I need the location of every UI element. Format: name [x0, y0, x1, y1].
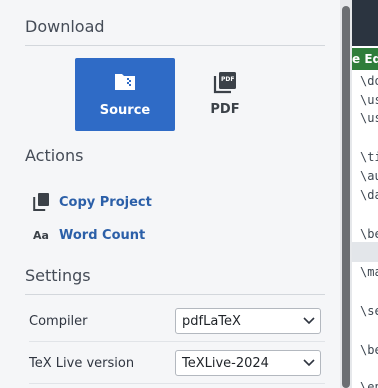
actions-section-title: Actions	[25, 146, 84, 165]
download-source-button[interactable]: Source	[75, 58, 175, 131]
chevron-down-icon	[298, 359, 320, 367]
code-line: \be	[360, 227, 378, 241]
download-source-label: Source	[99, 103, 151, 118]
chevron-down-icon	[298, 317, 320, 325]
code-line: \se	[360, 304, 378, 318]
download-divider	[25, 45, 325, 46]
copy-project-link[interactable]: Copy Project	[59, 195, 152, 210]
copy-icon	[32, 193, 50, 211]
code-line: \en	[360, 380, 378, 388]
texlive-select[interactable]: TeXLive-2024	[175, 350, 321, 376]
panel-scrollbar[interactable]	[340, 0, 352, 388]
download-section-title: Download	[25, 17, 105, 36]
code-line: \au	[360, 169, 378, 183]
code-line: \do	[360, 74, 378, 88]
pdf-icon-text: PDF	[221, 76, 235, 83]
editor-tab[interactable]: e Ed	[352, 48, 378, 70]
left-menu-panel: Download Source PDF PDF Actions Copy Pro…	[0, 0, 341, 388]
code-editor-background: e Ed \do \us \us \ti \au \da \be \ma \se…	[352, 0, 378, 388]
compiler-select-value: pdfLaTeX	[182, 313, 241, 329]
panel-scrollbar-thumb[interactable]	[342, 6, 350, 388]
texlive-label: TeX Live version	[29, 355, 135, 371]
editor-active-line	[352, 242, 378, 262]
download-pdf-button[interactable]: PDF PDF	[175, 58, 275, 131]
editor-toolbar	[352, 0, 378, 46]
folder-zip-icon	[114, 71, 136, 95]
code-line: \us	[360, 93, 378, 107]
text-aa-icon: Aa	[32, 226, 50, 244]
code-line: \be	[360, 343, 378, 357]
texlive-row-divider	[29, 383, 325, 384]
compiler-label: Compiler	[29, 313, 88, 329]
settings-divider	[25, 294, 325, 295]
settings-section-title: Settings	[25, 266, 91, 285]
texlive-setting-row: TeX Live version TeXLive-2024	[29, 344, 325, 382]
pdf-file-icon: PDF	[213, 72, 237, 94]
copy-project-action[interactable]: Copy Project	[32, 193, 152, 211]
code-line: \us	[360, 111, 378, 125]
code-line: \ma	[360, 265, 378, 279]
word-count-action[interactable]: Aa Word Count	[32, 226, 145, 244]
text-aa-icon-text: Aa	[33, 228, 49, 242]
code-line: \ti	[360, 150, 378, 164]
compiler-setting-row: Compiler pdfLaTeX	[29, 302, 325, 340]
code-line: \da	[360, 188, 378, 202]
compiler-select[interactable]: pdfLaTeX	[175, 308, 321, 334]
compiler-row-divider	[29, 341, 325, 342]
download-pdf-label: PDF	[210, 102, 240, 117]
texlive-select-value: TeXLive-2024	[182, 355, 269, 371]
word-count-link[interactable]: Word Count	[59, 228, 145, 243]
